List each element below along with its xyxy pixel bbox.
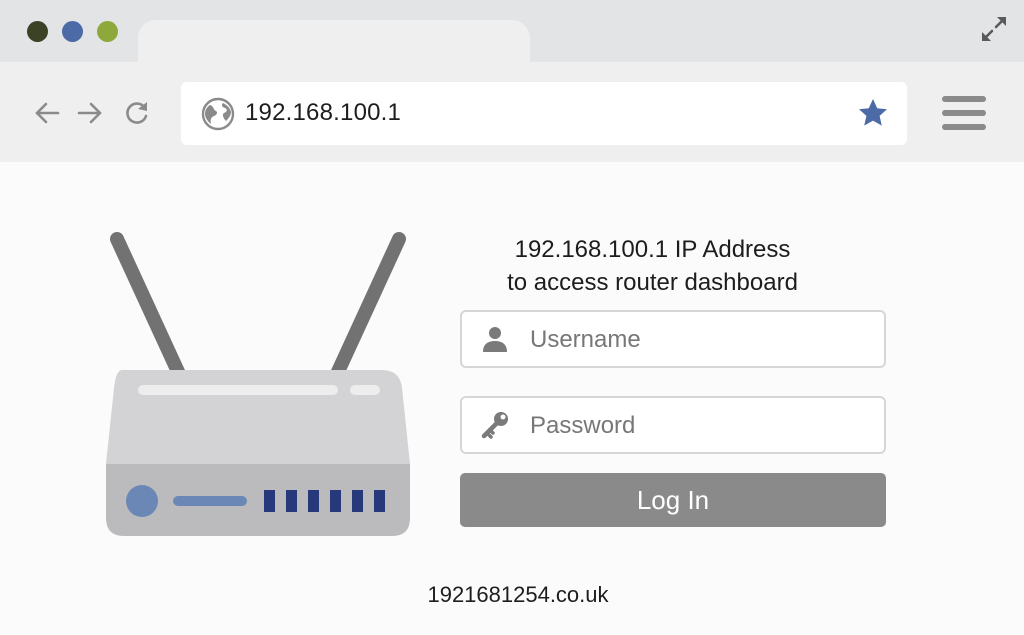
window-minimize-button[interactable] — [62, 21, 83, 42]
reload-icon[interactable] — [123, 99, 151, 127]
arrow-right-icon[interactable] — [76, 99, 104, 127]
key-icon — [481, 412, 508, 439]
title-bar — [0, 0, 1024, 64]
login-button[interactable]: Log In — [460, 473, 886, 527]
address-bar[interactable]: 192.168.100.1 — [181, 82, 907, 145]
heading-line-1: 192.168.100.1 IP Address — [514, 236, 791, 263]
arrow-left-icon[interactable] — [33, 99, 61, 127]
browser-window: 192.168.100.1 192.168.100.1 IP Address t… — [0, 0, 1024, 635]
browser-toolbar: 192.168.100.1 — [0, 62, 1024, 162]
page-heading: 192.168.100.1 IP Address to access route… — [460, 233, 845, 299]
browser-tab[interactable] — [138, 20, 530, 64]
url-text[interactable]: 192.168.100.1 — [245, 99, 401, 127]
username-field[interactable]: Username — [460, 310, 886, 368]
password-placeholder: Password — [530, 412, 636, 439]
globe-icon — [201, 97, 235, 131]
heading-line-2: to access router dashboard — [507, 269, 798, 296]
username-placeholder: Username — [530, 326, 641, 353]
user-icon — [483, 327, 507, 352]
expand-arrows-icon[interactable] — [979, 14, 1009, 44]
window-maximize-button[interactable] — [97, 21, 118, 42]
window-close-button[interactable] — [27, 21, 48, 42]
footer-site-text: 1921681254.co.uk — [427, 582, 609, 607]
router-icon — [106, 232, 410, 536]
star-icon[interactable] — [857, 97, 889, 129]
password-field[interactable]: Password — [460, 396, 886, 454]
hamburger-menu-icon[interactable] — [942, 96, 986, 130]
